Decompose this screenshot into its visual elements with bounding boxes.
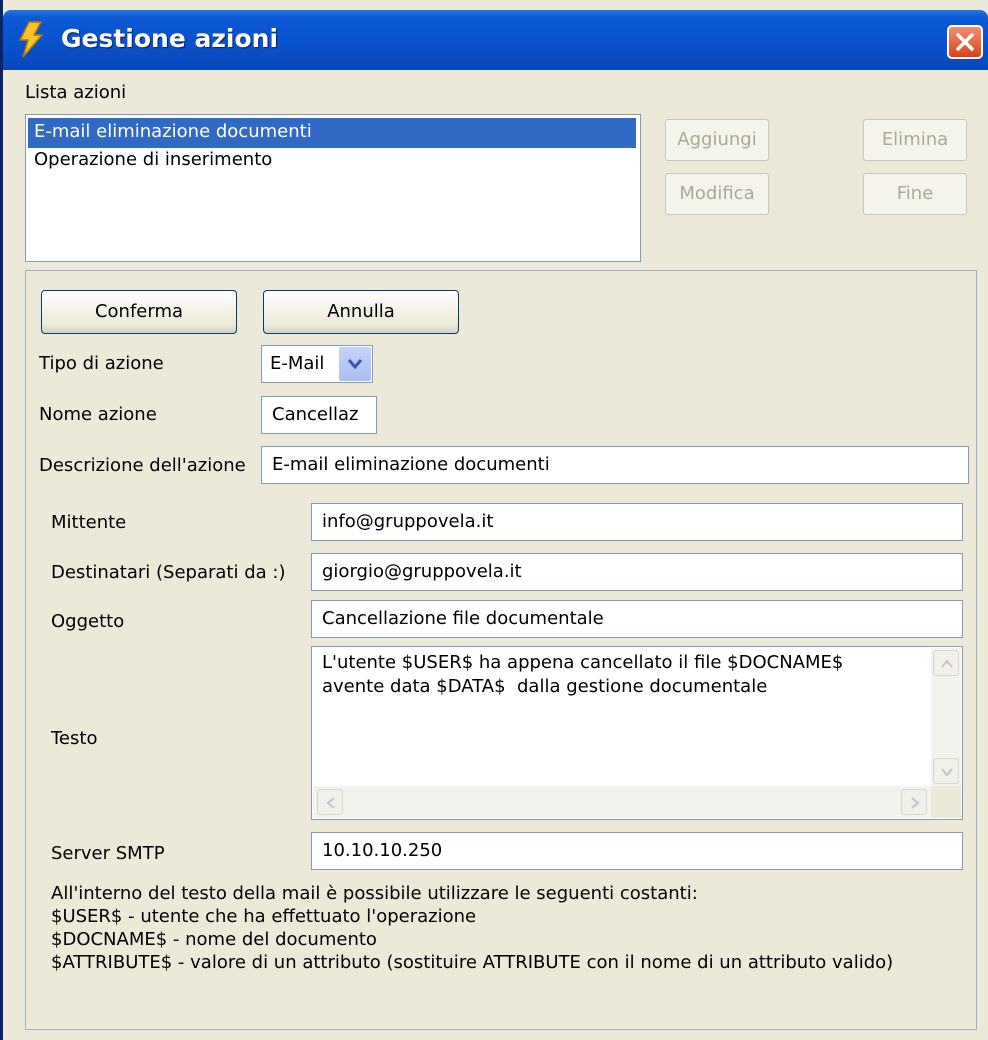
subject-label: Oggetto xyxy=(51,611,125,632)
description-label: Descrizione dell'azione xyxy=(39,455,246,476)
close-button[interactable] xyxy=(947,25,983,59)
recipients-label: Destinatari (Separati da :) xyxy=(51,562,286,583)
textarea-content: L'utente $USER$ ha appena cancellato il … xyxy=(322,651,843,699)
constants-info: All'interno del testo della mail è possi… xyxy=(51,882,893,974)
chevron-up-icon xyxy=(941,659,953,668)
text-textarea[interactable]: L'utente $USER$ ha appena cancellato il … xyxy=(311,646,963,820)
action-name-label: Nome azione xyxy=(39,404,157,425)
action-name-input[interactable]: Cancellaz xyxy=(261,396,377,434)
gestione-azioni-window: Gestione azioni Lista azioni E-mail elim… xyxy=(0,0,988,1040)
smtp-label: Server SMTP xyxy=(51,843,165,864)
horizontal-scrollbar[interactable] xyxy=(313,786,931,818)
list-item[interactable]: Operazione di inserimento xyxy=(28,146,636,176)
action-type-value: E-Mail xyxy=(270,353,325,374)
scroll-down-button[interactable] xyxy=(933,758,959,784)
actions-listbox[interactable]: E-mail eliminazione documenti Operazione… xyxy=(25,114,641,262)
info-line: $USER$ - utente che ha effettuato l'oper… xyxy=(51,906,477,927)
info-line: All'interno del testo della mail è possi… xyxy=(51,883,698,904)
sender-input[interactable]: info@gruppovela.it xyxy=(311,503,963,541)
confirm-button[interactable]: Conferma xyxy=(41,290,237,334)
add-button[interactable]: Aggiungi xyxy=(665,119,769,161)
dropdown-button[interactable] xyxy=(339,347,371,381)
close-icon xyxy=(956,33,974,51)
chevron-down-icon xyxy=(941,768,953,777)
scroll-up-button[interactable] xyxy=(933,650,959,676)
vertical-scrollbar[interactable] xyxy=(931,648,961,786)
list-item[interactable]: E-mail eliminazione documenti xyxy=(28,118,636,148)
info-line: $DOCNAME$ - nome del documento xyxy=(51,929,377,950)
info-line: $ATTRIBUTE$ - valore di un attributo (so… xyxy=(51,952,894,973)
recipients-input[interactable]: giorgio@gruppovela.it xyxy=(311,553,963,591)
description-input[interactable]: E-mail eliminazione documenti xyxy=(261,446,969,484)
scroll-left-button[interactable] xyxy=(317,789,343,815)
action-type-select[interactable]: E-Mail xyxy=(261,345,373,383)
lightning-bolt-icon xyxy=(17,20,45,58)
delete-button[interactable]: Elimina xyxy=(863,119,967,161)
text-label: Testo xyxy=(51,728,98,749)
edit-button[interactable]: Modifica xyxy=(665,173,769,215)
chevron-down-icon xyxy=(347,359,363,370)
sender-label: Mittente xyxy=(51,512,127,533)
scroll-right-button[interactable] xyxy=(901,789,927,815)
title-bar[interactable]: Gestione azioni xyxy=(3,10,988,70)
window-title: Gestione azioni xyxy=(61,24,279,53)
smtp-input[interactable]: 10.10.10.250 xyxy=(311,832,963,870)
textarea-line-2: avente data $DATA$ dalla gestione docume… xyxy=(322,676,768,697)
actions-list-label: Lista azioni xyxy=(25,82,127,103)
cancel-button[interactable]: Annulla xyxy=(263,290,459,334)
action-type-label: Tipo di azione xyxy=(39,353,164,374)
chevron-right-icon xyxy=(911,797,920,809)
subject-input[interactable]: Cancellazione file documentale xyxy=(311,600,963,638)
textarea-line-1: L'utente $USER$ ha appena cancellato il … xyxy=(322,652,844,673)
scrollbar-corner xyxy=(931,786,961,818)
end-button[interactable]: Fine xyxy=(863,173,967,215)
chevron-left-icon xyxy=(326,797,335,809)
